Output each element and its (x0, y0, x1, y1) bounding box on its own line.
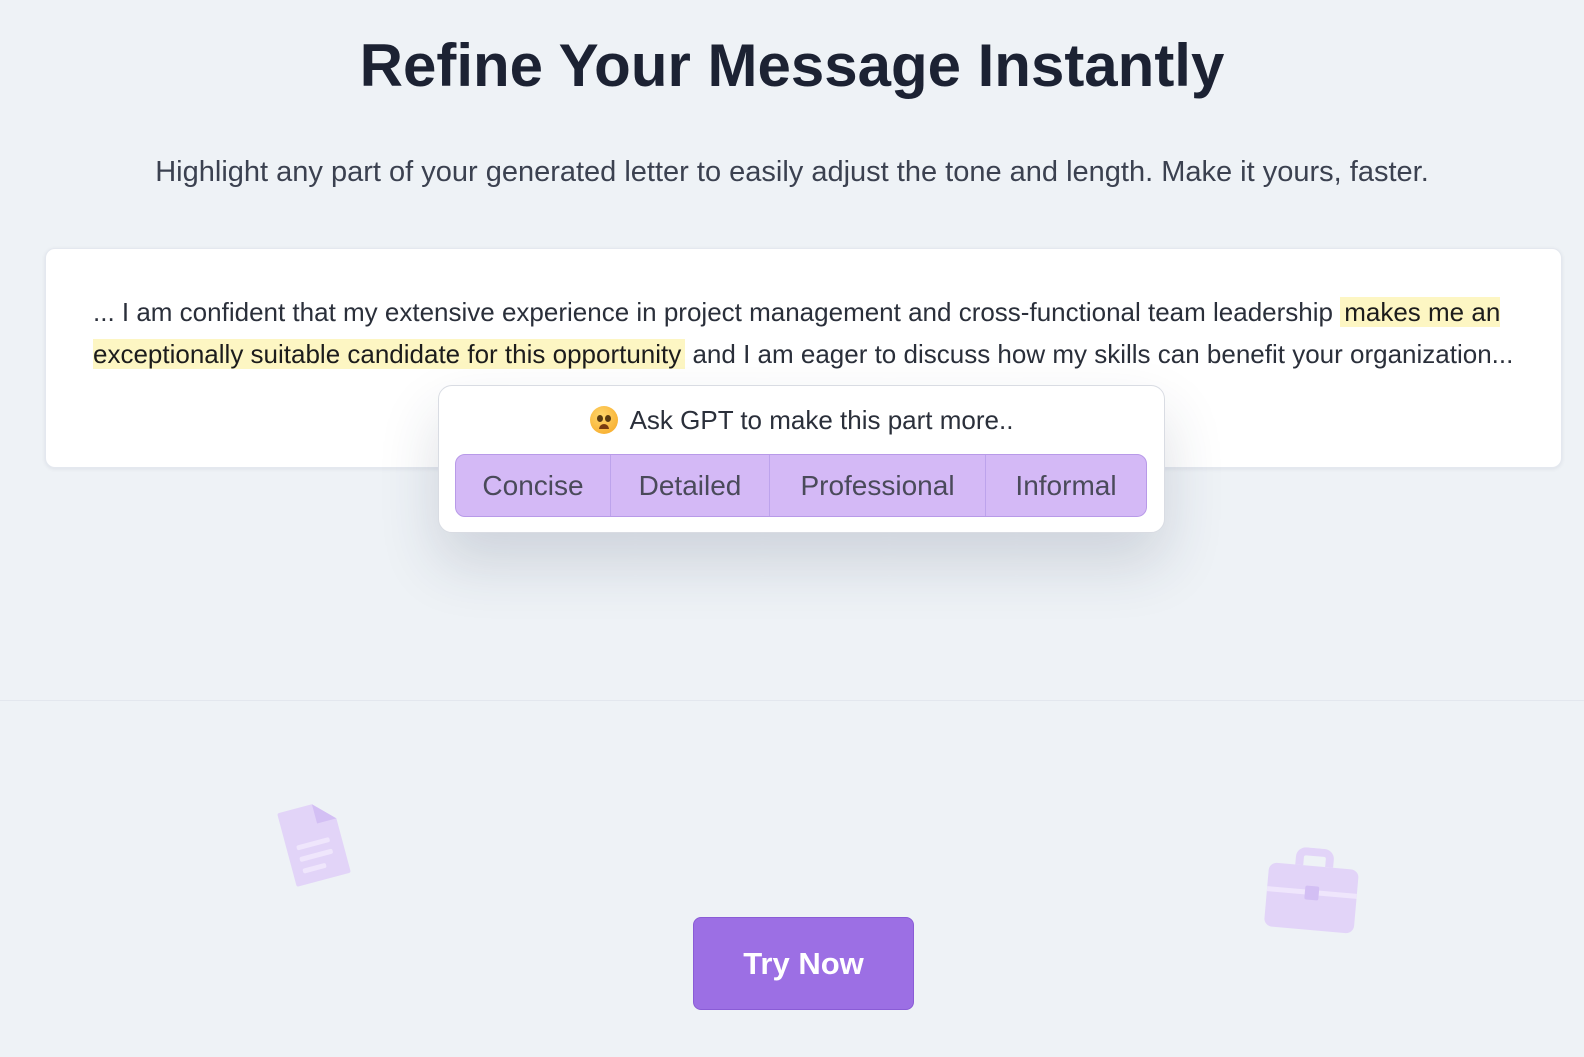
document-icon (277, 804, 351, 887)
concise-button[interactable]: Concise (456, 455, 611, 516)
worried-face-emoji-icon (589, 406, 618, 434)
popover-prompt-text: Ask GPT to make this part more.. (629, 405, 1014, 435)
section-divider (0, 700, 1584, 701)
tone-popover: Ask GPT to make this part more.. Concise… (438, 385, 1165, 533)
page-subtitle: Highlight any part of your generated let… (155, 156, 1429, 188)
popover-prompt: Ask GPT to make this part more.. (439, 402, 1164, 438)
detailed-button[interactable]: Detailed (611, 455, 770, 516)
letter-text[interactable]: ... I am confident that my extensive exp… (93, 291, 1518, 375)
try-now-button[interactable]: Try Now (693, 917, 914, 1010)
letter-text-after: and I am eager to discuss how my skills … (685, 339, 1514, 369)
informal-button[interactable]: Informal (986, 455, 1146, 516)
page-title: Refine Your Message Instantly (359, 32, 1225, 99)
briefcase-icon (1264, 847, 1359, 934)
letter-text-before: ... I am confident that my extensive exp… (93, 297, 1341, 327)
professional-button[interactable]: Professional (770, 455, 986, 516)
tone-option-group: Concise Detailed Professional Informal (455, 454, 1147, 517)
